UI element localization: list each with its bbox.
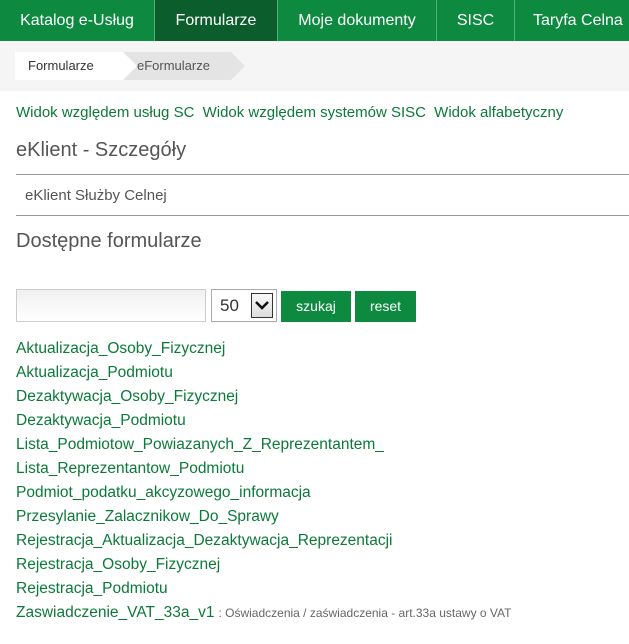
form-link[interactable]: Aktualizacja_Osoby_Fizycznej: [16, 340, 225, 357]
form-link[interactable]: Rejestracja_Osoby_Fizycznej: [16, 556, 220, 573]
list-item: Aktualizacja_Osoby_Fizycznej: [16, 338, 511, 362]
list-item: Dezaktywacja_Osoby_Fizycznej: [16, 386, 511, 410]
divider: [16, 174, 629, 175]
list-item: Przesylanie_Zalacznikow_Do_Sprawy: [16, 506, 511, 530]
search-button[interactable]: szukaj: [281, 291, 351, 322]
form-link[interactable]: Przesylanie_Zalacznikow_Do_Sprawy: [16, 508, 279, 525]
list-item: Podmiot_podatku_akcyzowego_informacja: [16, 482, 511, 506]
form-description: : Oświadczenia / zaświadczenia - art.33a…: [218, 606, 512, 620]
nav-item-moje-dokumenty[interactable]: Moje dokumenty: [278, 0, 437, 41]
reset-button[interactable]: reset: [355, 291, 416, 322]
view-link-systems[interactable]: Widok względem systemów SISC: [203, 104, 426, 121]
breadcrumb-item-formularze[interactable]: Formularze: [15, 52, 137, 80]
nav-item-taryfa-celna[interactable]: Taryfa Celna: [515, 0, 629, 41]
form-link[interactable]: Rejestracja_Podmiotu: [16, 580, 168, 597]
form-link[interactable]: Dezaktywacja_Podmiotu: [16, 412, 186, 429]
form-link[interactable]: Podmiot_podatku_akcyzowego_informacja: [16, 484, 311, 501]
form-link[interactable]: Lista_Reprezentantow_Podmiotu: [16, 460, 244, 477]
list-item: Lista_Reprezentantow_Podmiotu: [16, 458, 511, 482]
chevron-down-icon: [251, 293, 273, 318]
details-subtitle: eKlient Służby Celnej: [25, 187, 167, 204]
search-input[interactable]: [16, 289, 206, 322]
list-item: Zaswiadczenie_VAT_33a_v1 : Oświadczenia /…: [16, 602, 511, 626]
list-item: Dezaktywacja_Podmiotu: [16, 410, 511, 434]
view-link-alphabetical[interactable]: Widok alfabetyczny: [434, 104, 563, 121]
form-link[interactable]: Dezaktywacja_Osoby_Fizycznej: [16, 388, 238, 405]
breadcrumb: eFormularze Formularze: [0, 41, 629, 91]
details-title: eKlient - Szczegóły: [16, 139, 187, 161]
list-item: Rejestracja_Podmiotu: [16, 578, 511, 602]
view-link-services[interactable]: Widok względem usług SC: [16, 104, 194, 121]
form-link[interactable]: Lista_Podmiotow_Powiazanych_Z_Reprezenta…: [16, 436, 384, 453]
page-size-value: 50: [220, 296, 239, 315]
top-navigation: Katalog e-Usług Formularze Moje dokument…: [0, 0, 629, 41]
form-link[interactable]: Zaswiadczenie_VAT_33a_v1: [16, 604, 214, 621]
list-item: Aktualizacja_Podmiotu: [16, 362, 511, 386]
view-links: Widok względem usług SC Widok względem s…: [16, 104, 567, 121]
form-link[interactable]: Rejestracja_Aktualizacja_Dezaktywacja_Re…: [16, 532, 393, 549]
nav-item-katalog[interactable]: Katalog e-Usług: [0, 0, 155, 41]
forms-list: Aktualizacja_Osoby_Fizycznej Aktualizacj…: [16, 338, 511, 626]
forms-section-title: Dostępne formularze: [16, 230, 202, 252]
divider: [16, 215, 629, 216]
page-size-select[interactable]: 50: [211, 289, 277, 322]
form-link[interactable]: Aktualizacja_Podmiotu: [16, 364, 173, 381]
nav-item-formularze[interactable]: Formularze: [155, 0, 278, 41]
list-item: Rejestracja_Aktualizacja_Dezaktywacja_Re…: [16, 530, 511, 554]
list-item: Lista_Podmiotow_Powiazanych_Z_Reprezenta…: [16, 434, 511, 458]
list-item: Rejestracja_Osoby_Fizycznej: [16, 554, 511, 578]
nav-item-sisc[interactable]: SISC: [437, 0, 515, 41]
